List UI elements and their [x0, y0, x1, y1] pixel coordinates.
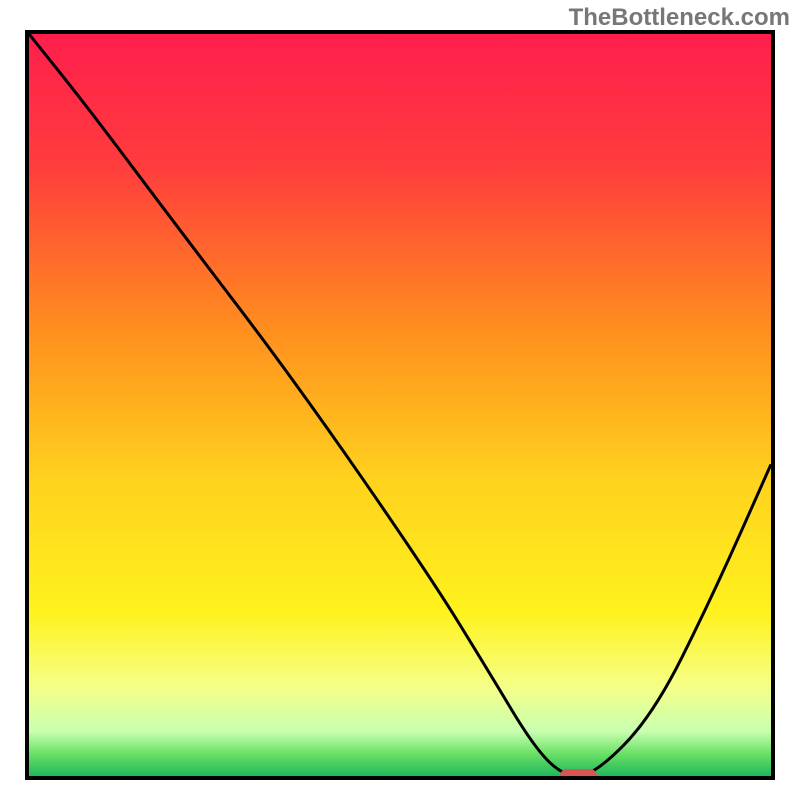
bottleneck-curve — [29, 34, 771, 776]
chart-container: TheBottleneck.com — [0, 0, 800, 800]
optimum-marker — [560, 769, 597, 780]
watermark-text: TheBottleneck.com — [569, 4, 790, 32]
curve-layer — [29, 34, 771, 776]
plot-frame — [25, 30, 775, 780]
